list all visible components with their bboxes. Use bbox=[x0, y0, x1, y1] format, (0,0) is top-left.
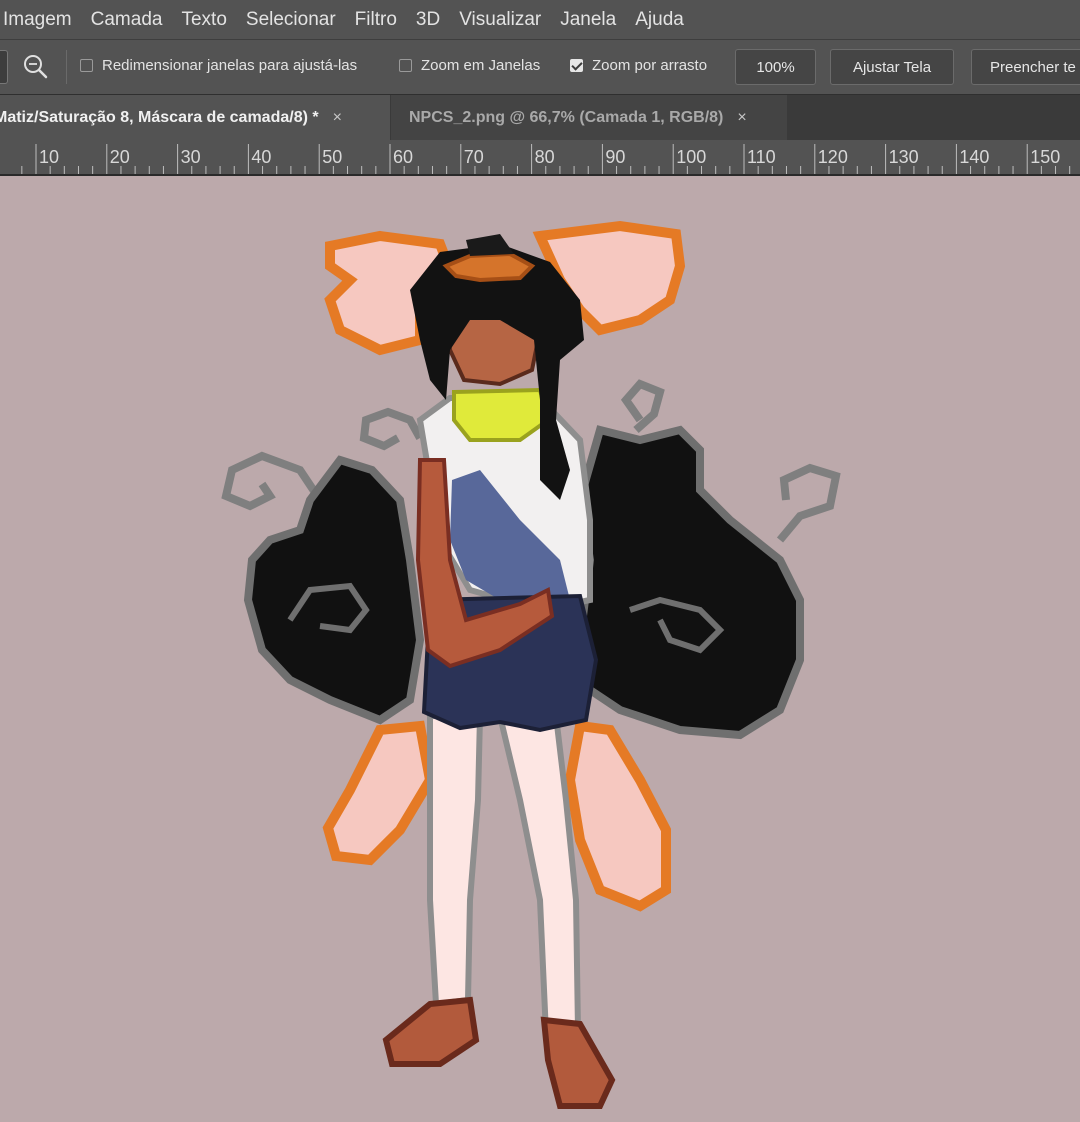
ruler-label: 120 bbox=[818, 147, 848, 167]
menu-texto[interactable]: Texto bbox=[172, 9, 236, 31]
menu-selecionar[interactable]: Selecionar bbox=[237, 9, 346, 31]
fill-screen-button[interactable]: Preencher te bbox=[971, 49, 1080, 85]
ruler-label: 140 bbox=[959, 147, 989, 167]
ruler-label: 40 bbox=[251, 147, 271, 167]
scrubby-zoom-label: Zoom por arrasto bbox=[592, 57, 708, 74]
wing-bottom-left bbox=[322, 720, 436, 866]
ruler-label: 50 bbox=[322, 147, 342, 167]
scrubby-zoom-checkbox[interactable] bbox=[570, 59, 583, 72]
ruler-ticks: 10 20 30 40 50 60 70 80 90 100 110 120 130 140 150 bbox=[21, 144, 1071, 174]
ruler-label: 110 bbox=[747, 147, 776, 167]
resize-windows-label: Redimensionar janelas para ajustá-las bbox=[102, 57, 358, 74]
leg-left bbox=[427, 713, 484, 1008]
menu-janela[interactable]: Janela bbox=[551, 9, 626, 31]
tab-npcs-close-icon[interactable]: × bbox=[737, 109, 746, 127]
tab-active-close-icon[interactable]: × bbox=[333, 109, 342, 127]
zoom-100-button[interactable]: 100% bbox=[735, 49, 816, 85]
collar bbox=[452, 387, 551, 442]
ruler-label: 60 bbox=[393, 147, 413, 167]
fit-screen-button[interactable]: Ajustar Tela bbox=[830, 49, 954, 85]
ruler-label: 130 bbox=[889, 147, 919, 167]
ruler-label: 30 bbox=[181, 147, 201, 167]
right-smoke bbox=[575, 425, 804, 740]
shoe-right bbox=[540, 1016, 616, 1109]
ruler-label: 20 bbox=[110, 147, 130, 167]
scrubby-zoom-option[interactable]: Zoom por arrasto bbox=[570, 57, 707, 74]
ruler-label: 70 bbox=[464, 147, 484, 167]
menu-ajuda[interactable]: Ajuda bbox=[626, 9, 694, 31]
zoom-all-windows-checkbox[interactable] bbox=[399, 59, 412, 72]
document-tab-bar: Matiz/Saturação 8, Máscara de camada/8) … bbox=[0, 95, 1080, 140]
document-canvas[interactable] bbox=[0, 176, 1080, 1122]
resize-windows-option[interactable]: Redimensionar janelas para ajustá-las bbox=[80, 57, 357, 74]
zoom-tool-icon[interactable] bbox=[20, 51, 54, 85]
horizontal-ruler[interactable]: 10 20 30 40 50 60 70 80 90 100 110 120 130 140 150 bbox=[0, 140, 1080, 176]
menu-imagem[interactable]: Imagem bbox=[0, 9, 82, 31]
tab-active-document[interactable]: Matiz/Saturação 8, Máscara de camada/8) … bbox=[0, 95, 390, 140]
menu-visualizar[interactable]: Visualizar bbox=[450, 9, 551, 31]
options-separator bbox=[66, 50, 67, 84]
ruler-label: 10 bbox=[39, 147, 59, 167]
tab-npcs-document[interactable]: NPCS_2.png @ 66,7% (Camada 1, RGB/8) × bbox=[391, 95, 787, 140]
ruler-label: 90 bbox=[605, 147, 625, 167]
zoom-all-windows-option[interactable]: Zoom em Janelas bbox=[399, 57, 540, 74]
pixel-art-character bbox=[221, 220, 841, 1109]
tab-active-label: Matiz/Saturação 8, Máscara de camada/8) … bbox=[0, 108, 319, 126]
tab-npcs-label: NPCS_2.png @ 66,7% (Camada 1, RGB/8) bbox=[409, 108, 724, 126]
menu-bar: Imagem Camada Texto Selecionar Filtro 3D… bbox=[0, 0, 1080, 40]
menu-camada[interactable]: Camada bbox=[82, 9, 173, 31]
options-bar: Redimensionar janelas para ajustá-las Zo… bbox=[0, 40, 1080, 95]
leg-right bbox=[496, 713, 582, 1038]
ruler-label: 150 bbox=[1030, 147, 1060, 167]
menu-filtro[interactable]: Filtro bbox=[346, 9, 407, 31]
ruler-label: 100 bbox=[676, 147, 706, 167]
wing-bottom-right bbox=[564, 720, 671, 912]
shoe-left bbox=[382, 996, 480, 1067]
resize-windows-checkbox[interactable] bbox=[80, 59, 93, 72]
zoom-all-windows-label: Zoom em Janelas bbox=[421, 57, 541, 74]
tool-preset-picker[interactable] bbox=[0, 50, 8, 84]
menu-3d[interactable]: 3D bbox=[407, 9, 450, 31]
ruler-label: 80 bbox=[535, 147, 555, 167]
